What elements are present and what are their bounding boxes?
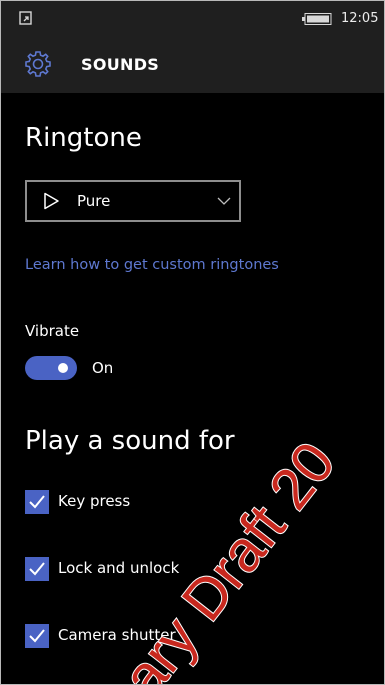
phone-screen: 12:05 SOUNDS Ringtone Pure Learn how to … xyxy=(0,0,385,685)
ringtone-dropdown[interactable]: Pure xyxy=(25,180,241,222)
checkbox-row-key-press[interactable]: Key press xyxy=(25,490,325,514)
key-press-checkbox[interactable] xyxy=(25,490,49,514)
checkmark-icon xyxy=(29,495,45,509)
checkbox-label: Camera shutter xyxy=(58,626,176,644)
custom-ringtones-link[interactable]: Learn how to get custom ringtones xyxy=(25,257,279,273)
vibrate-state: On xyxy=(92,359,114,377)
chevron-down-icon xyxy=(217,197,231,205)
lock-unlock-checkbox[interactable] xyxy=(25,557,49,581)
checkbox-row-camera-shutter[interactable]: Camera shutter xyxy=(25,624,325,648)
ringtone-heading: Ringtone xyxy=(25,123,142,153)
gear-icon[interactable] xyxy=(23,49,53,79)
play-sound-heading: Play a sound for xyxy=(25,426,235,456)
toggle-knob xyxy=(58,363,68,373)
checkbox-label: Lock and unlock xyxy=(58,559,180,577)
status-bar: 12:05 xyxy=(1,1,384,35)
checkmark-icon xyxy=(29,562,45,576)
page-header: SOUNDS xyxy=(1,35,384,93)
checkmark-icon xyxy=(29,629,45,643)
play-icon[interactable] xyxy=(43,192,60,210)
clock: 12:05 xyxy=(341,11,379,26)
vibrate-label: Vibrate xyxy=(25,322,80,340)
battery-icon xyxy=(302,13,332,25)
ringtone-selected-value: Pure xyxy=(77,192,111,210)
draft-watermark: ary Draft 20 xyxy=(109,429,349,684)
camera-shutter-checkbox[interactable] xyxy=(25,624,49,648)
checkbox-label: Key press xyxy=(58,492,131,510)
page-title: SOUNDS xyxy=(81,55,160,74)
notification-icon xyxy=(19,11,32,25)
vibrate-toggle[interactable] xyxy=(25,356,77,380)
checkbox-row-lock-unlock[interactable]: Lock and unlock xyxy=(25,557,325,581)
